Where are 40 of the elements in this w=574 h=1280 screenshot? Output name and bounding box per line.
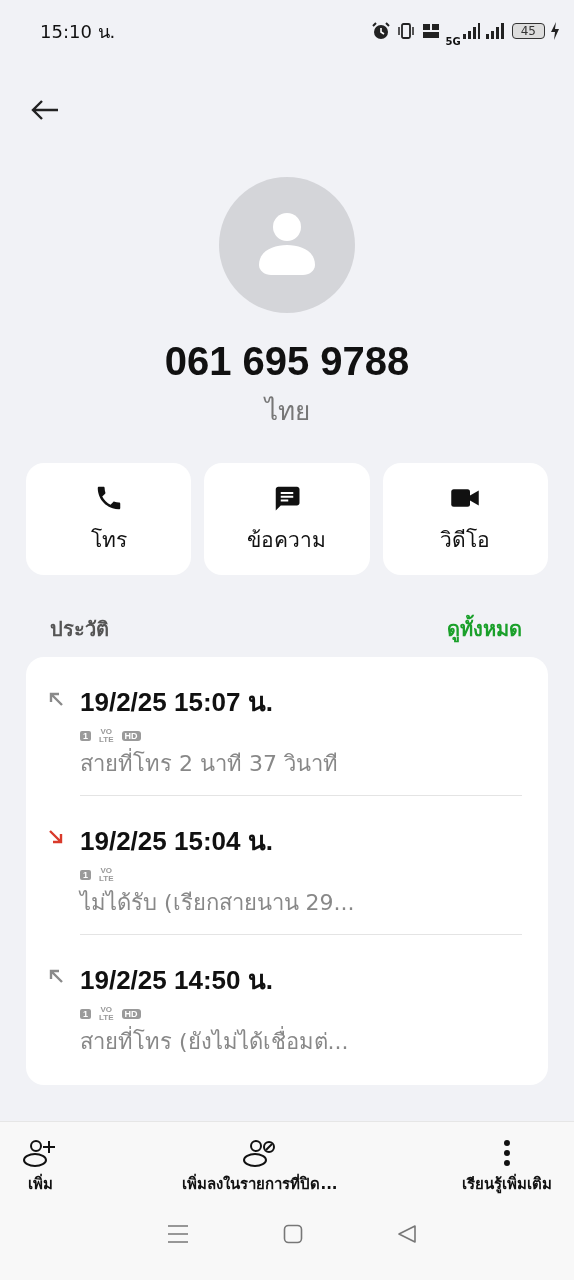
call-tag: VO LTE [99,1006,114,1022]
bottom-action-button[interactable]: เพิ่มลงในรายการที่ปิด... [168,1134,352,1200]
call-tag: 1 [80,870,91,880]
network-type: 5G [445,35,461,47]
call-tag: 1 [80,1009,91,1019]
status-time: 15:10 น. [40,19,116,44]
back-nav-icon[interactable] [397,1224,417,1244]
home-icon[interactable] [283,1224,303,1244]
call-time: 19/2/25 15:04 น. [80,825,274,858]
call-tag: HD [121,731,141,741]
block-person-icon [242,1138,278,1168]
bottom-action-button[interactable]: เรียนรู้เพิ่มเติม [448,1134,566,1200]
more-icon [502,1138,512,1168]
call-tag: HD [121,1009,141,1019]
missed-arrow-icon [48,829,64,845]
call-time: 19/2/25 14:50 น. [80,964,274,997]
call-tag: VO LTE [99,728,114,744]
call-tag: VO LTE [99,867,114,883]
call-tag: 1 [80,731,91,741]
alarm-icon [370,21,391,41]
action-button[interactable]: โทร [26,463,192,575]
section-title: ประวัติ [50,616,109,643]
back-icon[interactable] [30,97,60,122]
battery-level: 45 [511,23,545,39]
location-label: ไทย [262,395,311,428]
call-detail: สายที่โทร (ยังไม่ได้เชื่อมต่... [80,1024,522,1059]
call-detail: สายที่โทร 2 นาที 37 วินาที [80,746,522,781]
outgoing-arrow-icon [48,691,64,707]
menu-icon[interactable] [167,1224,189,1244]
call-detail: ไม่ได้รับ (เรียกสายนาน 29... [80,889,356,917]
phone-number: 061 695 9788 [163,339,411,384]
add-person-icon [22,1138,58,1168]
signal-icon [484,22,507,40]
action-button[interactable]: ข้อความ [204,463,370,575]
signal-icon [461,22,480,40]
outgoing-arrow-icon [48,968,64,984]
vibrate-icon [395,21,416,41]
action-button[interactable]: วิดีโอ [382,463,548,575]
call-time: 19/2/25 15:07 น. [80,686,274,719]
bottom-action-button[interactable]: เพิ่ม [8,1134,72,1200]
